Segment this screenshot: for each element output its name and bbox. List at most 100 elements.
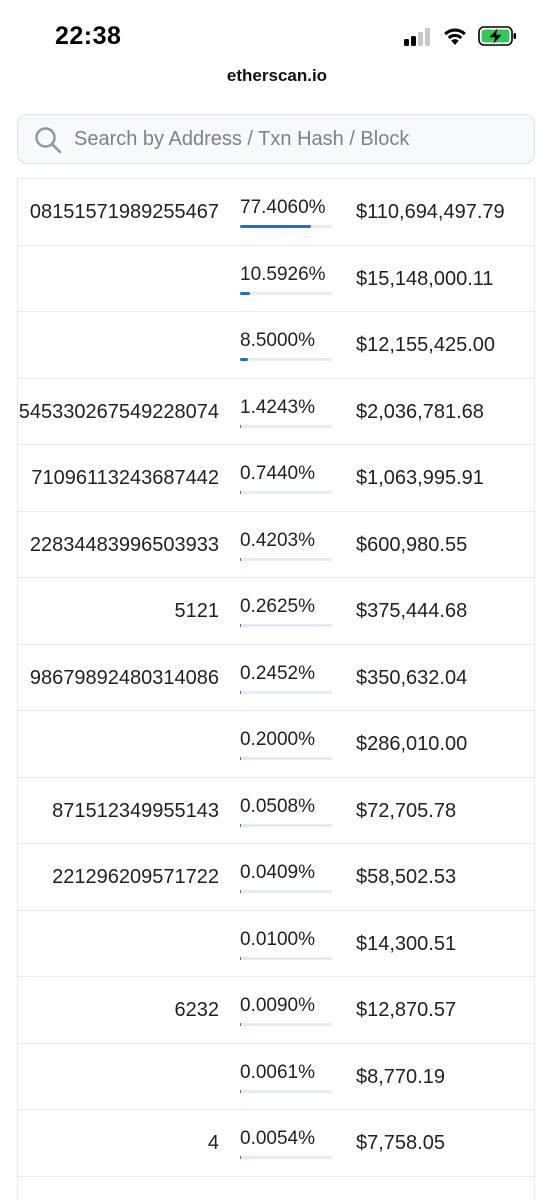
- holder-address[interactable]: 22834483996503933: [30, 534, 219, 557]
- holder-value: $350,632.04: [356, 666, 468, 689]
- holder-value: $8,770.19: [356, 1065, 445, 1088]
- holder-percentage-cell: 0.2452%: [240, 663, 333, 694]
- table-row: 71096113243687442 0.7440% $1,063,995.91: [18, 445, 534, 512]
- holder-percentage: 8.5000%: [240, 330, 316, 351]
- holder-value: $72,705.78: [356, 799, 457, 822]
- holder-percentage-cell: 8.5000%: [240, 330, 333, 361]
- percentage-progress-bar: [240, 557, 332, 561]
- percentage-progress-bar: [240, 291, 332, 295]
- status-bar: 22:38: [0, 0, 554, 64]
- percentage-progress-fill: [240, 491, 241, 494]
- holder-percentage: 0.0054%: [240, 1128, 316, 1149]
- percentage-progress-bar: [240, 1023, 332, 1026]
- holder-percentage-cell: 0.4203%: [240, 530, 333, 561]
- holder-percentage: 0.2452%: [240, 662, 316, 684]
- holder-value: $58,502.53: [356, 866, 457, 888]
- holder-percentage-cell: 1.4243%: [240, 397, 333, 428]
- percentage-progress-bar: [240, 757, 332, 760]
- percentage-progress-bar: [240, 424, 332, 428]
- browser-url[interactable]: etherscan.io: [0, 66, 554, 86]
- wifi-icon: [444, 28, 466, 45]
- holder-value: $286,010.00: [356, 733, 468, 755]
- table-row: 0.0061% $8,770.19: [18, 1044, 534, 1110]
- table-row: 5121 0.2625% $375,444.68: [18, 578, 534, 645]
- holder-value: $12,870.57: [356, 999, 457, 1021]
- token-holders-table: 08151571989255467 77.4060% $110,694,497.79…: [17, 178, 535, 1200]
- percentage-progress-fill: [240, 358, 248, 361]
- table-row: 98679892480314086 0.2452% $350,632.04: [18, 645, 534, 711]
- percentage-progress-fill: [240, 225, 312, 228]
- holder-value: $7,758.05: [356, 1132, 445, 1154]
- holder-percentage-cell: 0.0508%: [240, 796, 333, 827]
- table-row: 8.5000% $12,155,425.00: [18, 312, 534, 379]
- percentage-progress-bar: [240, 1089, 332, 1093]
- holder-address[interactable]: 871512349955143: [52, 800, 219, 823]
- table-row: 6232 0.0090% $12,870.57: [18, 977, 534, 1044]
- table-row: 545330267549228074 1.4243% $2,036,781.68: [18, 379, 534, 445]
- holder-percentage: 0.0090%: [240, 995, 316, 1016]
- holder-percentage: 0.0409%: [240, 862, 316, 883]
- holder-address[interactable]: 545330267549228074: [19, 401, 219, 424]
- holder-address[interactable]: 221296209571722: [52, 866, 219, 889]
- holder-percentage-cell: 0.0090%: [240, 995, 333, 1026]
- holder-address[interactable]: 08151571989255467: [30, 201, 219, 224]
- battery-charging-icon: [478, 26, 516, 46]
- percentage-progress-bar: [240, 1156, 332, 1159]
- holder-percentage-cell: 0.2000%: [240, 729, 333, 760]
- holder-value: $14,300.51: [356, 932, 457, 955]
- holder-percentage: 0.0061%: [240, 1061, 316, 1083]
- table-row: 0.2000% $286,010.00: [18, 711, 534, 778]
- table-row: 4 0.0054% $7,758.05: [18, 1110, 534, 1177]
- holder-address[interactable]: 98679892480314086: [30, 667, 219, 690]
- cellular-signal-icon: [404, 28, 434, 46]
- table-row: 221296209571722 0.0409% $58,502.53: [18, 844, 534, 911]
- holder-percentage-cell: 0.7440%: [240, 463, 333, 494]
- holder-address[interactable]: 5121: [175, 600, 220, 623]
- holder-percentage: 0.2000%: [240, 729, 316, 750]
- percentage-progress-bar: [240, 491, 332, 494]
- table-row: 0.0100% $14,300.51: [18, 911, 534, 977]
- percentage-progress-bar: [240, 956, 332, 960]
- table-row: 10.5926% $15,148,000.11: [18, 246, 534, 312]
- holder-value: $600,980.55: [356, 533, 468, 556]
- percentage-progress-bar: [240, 358, 332, 361]
- holder-percentage: 0.0508%: [240, 795, 316, 817]
- percentage-progress-bar: [240, 690, 332, 694]
- holder-address[interactable]: 71096113243687442: [31, 467, 219, 490]
- holder-percentage-cell: 0.0409%: [240, 862, 333, 893]
- holder-percentage: 0.4203%: [240, 529, 316, 551]
- clock-time: 22:38: [55, 22, 122, 50]
- search-input[interactable]: [74, 115, 424, 163]
- table-row: 871512349955143 0.0508% $72,705.78: [18, 778, 534, 844]
- holder-percentage: 0.2625%: [240, 596, 316, 617]
- percentage-progress-bar: [240, 624, 332, 627]
- holder-value: $110,694,497.79: [356, 201, 505, 223]
- holder-address[interactable]: 4: [208, 1132, 219, 1155]
- holder-percentage: 77.4060%: [240, 197, 326, 218]
- holder-value: $12,155,425.00: [356, 334, 496, 356]
- holder-percentage: 10.5926%: [240, 263, 326, 285]
- holder-value: $15,148,000.11: [356, 267, 494, 290]
- table-row: 08151571989255467 77.4060% $110,694,497.79: [18, 179, 534, 246]
- percentage-progress-fill: [240, 424, 242, 428]
- holder-value: $375,444.68: [356, 600, 468, 622]
- search-bar[interactable]: [17, 114, 535, 164]
- holder-percentage: 1.4243%: [240, 396, 316, 418]
- holder-percentage-cell: 0.0054%: [240, 1128, 333, 1159]
- holder-percentage-cell: 77.4060%: [240, 197, 333, 228]
- holder-percentage-cell: 0.0100%: [240, 929, 333, 960]
- holder-value: $1,063,995.91: [356, 467, 484, 489]
- holder-percentage-cell: 0.0061%: [240, 1062, 333, 1093]
- holder-percentage-cell: 10.5926%: [240, 264, 333, 295]
- holder-percentage-cell: 0.2625%: [240, 596, 333, 627]
- percentage-progress-bar: [240, 225, 332, 228]
- percentage-progress-bar: [240, 823, 332, 827]
- table-row: 22834483996503933 0.4203% $600,980.55: [18, 512, 534, 578]
- holder-percentage: 0.7440%: [240, 463, 316, 484]
- search-icon: [35, 127, 62, 154]
- holder-percentage: 0.0100%: [240, 928, 316, 950]
- percentage-progress-fill: [240, 291, 250, 295]
- holder-address[interactable]: 6232: [175, 999, 220, 1022]
- percentage-progress-bar: [240, 890, 332, 893]
- holder-value: $2,036,781.68: [356, 400, 484, 423]
